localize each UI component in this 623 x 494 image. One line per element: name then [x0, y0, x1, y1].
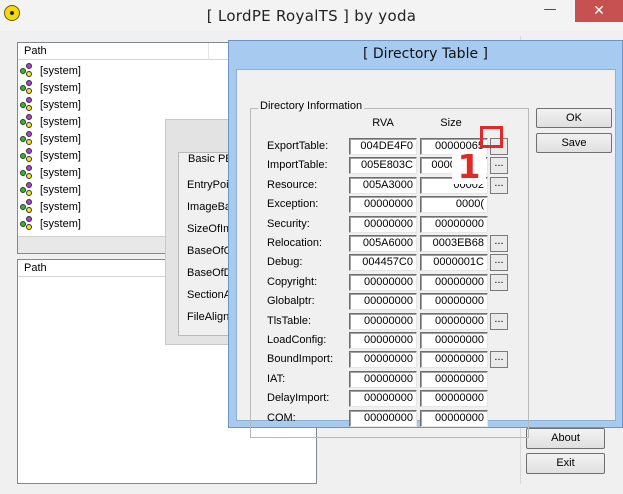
- window-title: [ LordPE RoyalTS ] by yoda: [206, 7, 417, 25]
- dialog-title: [ Directory Table ]: [362, 46, 488, 62]
- directory-name: LoadConfig:: [267, 334, 327, 346]
- directory-name: Relocation:: [267, 237, 323, 249]
- directory-name: ExportTable:: [267, 140, 329, 152]
- directory-details-button[interactable]: ...: [490, 235, 508, 252]
- process-path: [system]: [40, 183, 81, 196]
- directory-name: BoundImport:: [267, 353, 334, 366]
- size-field[interactable]: 00000000: [420, 332, 488, 349]
- directory-details-button[interactable]: ...: [490, 157, 508, 175]
- save-button[interactable]: Save: [536, 133, 612, 153]
- size-field[interactable]: 00000000: [420, 312, 488, 330]
- size-field[interactable]: 00000000: [420, 293, 488, 311]
- size-field[interactable]: 00000000: [420, 273, 488, 291]
- process-path: [system]: [40, 64, 81, 77]
- rva-column-header: RVA: [372, 117, 394, 129]
- directory-details-button[interactable]: ...: [490, 176, 508, 194]
- size-field[interactable]: 0003EB68: [420, 235, 488, 252]
- directory-name: TlsTable:: [267, 314, 312, 327]
- size-field[interactable]: 0000(: [420, 196, 488, 214]
- directory-details-button[interactable]: ...: [490, 312, 508, 330]
- ok-button[interactable]: OK: [536, 108, 612, 128]
- process-icon: [20, 216, 37, 231]
- process-path: [system]: [40, 217, 81, 230]
- process-path: [system]: [40, 115, 81, 128]
- exit-button[interactable]: Exit: [526, 453, 605, 474]
- size-column-header: Size: [440, 117, 462, 129]
- size-field[interactable]: 00000000: [420, 351, 488, 369]
- directory-name: Globalptr:: [267, 295, 315, 308]
- directory-details-button[interactable]: ...: [490, 254, 508, 272]
- directory-info-legend: Directory Information: [258, 100, 365, 112]
- process-icon: [20, 63, 37, 78]
- size-field[interactable]: 00000000: [420, 215, 488, 233]
- process-icon: [20, 97, 37, 112]
- process-path: [system]: [40, 166, 81, 179]
- process-icon: [20, 199, 37, 214]
- about-button[interactable]: About: [526, 428, 605, 449]
- process-path: [system]: [40, 200, 81, 213]
- process-path: [system]: [40, 98, 81, 111]
- process-icon: [20, 182, 37, 197]
- process-path: [system]: [40, 81, 81, 94]
- process-icon: [20, 114, 37, 129]
- directory-name: DelayImport:: [267, 392, 330, 405]
- directory-name: Exception:: [267, 198, 319, 211]
- rva-field[interactable]: 00000000: [349, 312, 417, 330]
- rva-field[interactable]: 00000000: [349, 351, 417, 369]
- process-icon: [20, 165, 37, 180]
- size-field[interactable]: 0000001C: [420, 254, 488, 272]
- directory-name: Copyright:: [267, 275, 318, 288]
- directory-name: COM:: [267, 411, 296, 424]
- process-path: [system]: [40, 149, 81, 162]
- process-icon: [20, 148, 37, 163]
- process-path: [system]: [40, 132, 81, 145]
- size-field[interactable]: 00000000: [420, 370, 488, 388]
- directory-name: Security:: [267, 217, 310, 230]
- rva-field[interactable]: 00000000: [349, 215, 417, 233]
- rva-field[interactable]: 005A6000: [349, 235, 417, 252]
- process-icon: [20, 131, 37, 146]
- annotation-number: 1: [452, 150, 486, 184]
- dialog-body: Directory Information RVA Size ExportTab…: [236, 69, 616, 438]
- rva-field[interactable]: 004DE4F0: [349, 138, 417, 155]
- size-field[interactable]: 00000000: [420, 390, 488, 408]
- minimize-button[interactable]: —: [535, 0, 565, 22]
- directory-name: ImportTable:: [267, 159, 328, 172]
- directory-name: Resource:: [267, 178, 318, 191]
- rva-field[interactable]: 004457C0: [349, 254, 417, 272]
- size-field[interactable]: 00000000: [420, 409, 488, 427]
- rva-field[interactable]: 005E803C: [349, 157, 417, 175]
- rva-field[interactable]: 00000000: [349, 273, 417, 291]
- directory-name: Debug:: [267, 256, 303, 269]
- process-icon: [20, 80, 37, 95]
- directory-table-dialog: [ Directory Table ] Directory Informatio…: [228, 40, 623, 438]
- directory-details-button[interactable]: ...: [490, 351, 508, 369]
- rva-field[interactable]: 00000000: [349, 370, 417, 388]
- rva-field[interactable]: 00000000: [349, 332, 417, 349]
- close-button[interactable]: ✕: [575, 0, 623, 22]
- rva-field[interactable]: 00000000: [349, 409, 417, 427]
- rva-field[interactable]: 00000000: [349, 196, 417, 214]
- rva-field[interactable]: 005A3000: [349, 176, 417, 194]
- rva-field[interactable]: 00000000: [349, 293, 417, 311]
- directory-details-button[interactable]: ...: [490, 273, 508, 291]
- rva-field[interactable]: 00000000: [349, 390, 417, 408]
- directory-name: IAT:: [267, 372, 286, 385]
- annotation-highlight-box: [480, 126, 503, 148]
